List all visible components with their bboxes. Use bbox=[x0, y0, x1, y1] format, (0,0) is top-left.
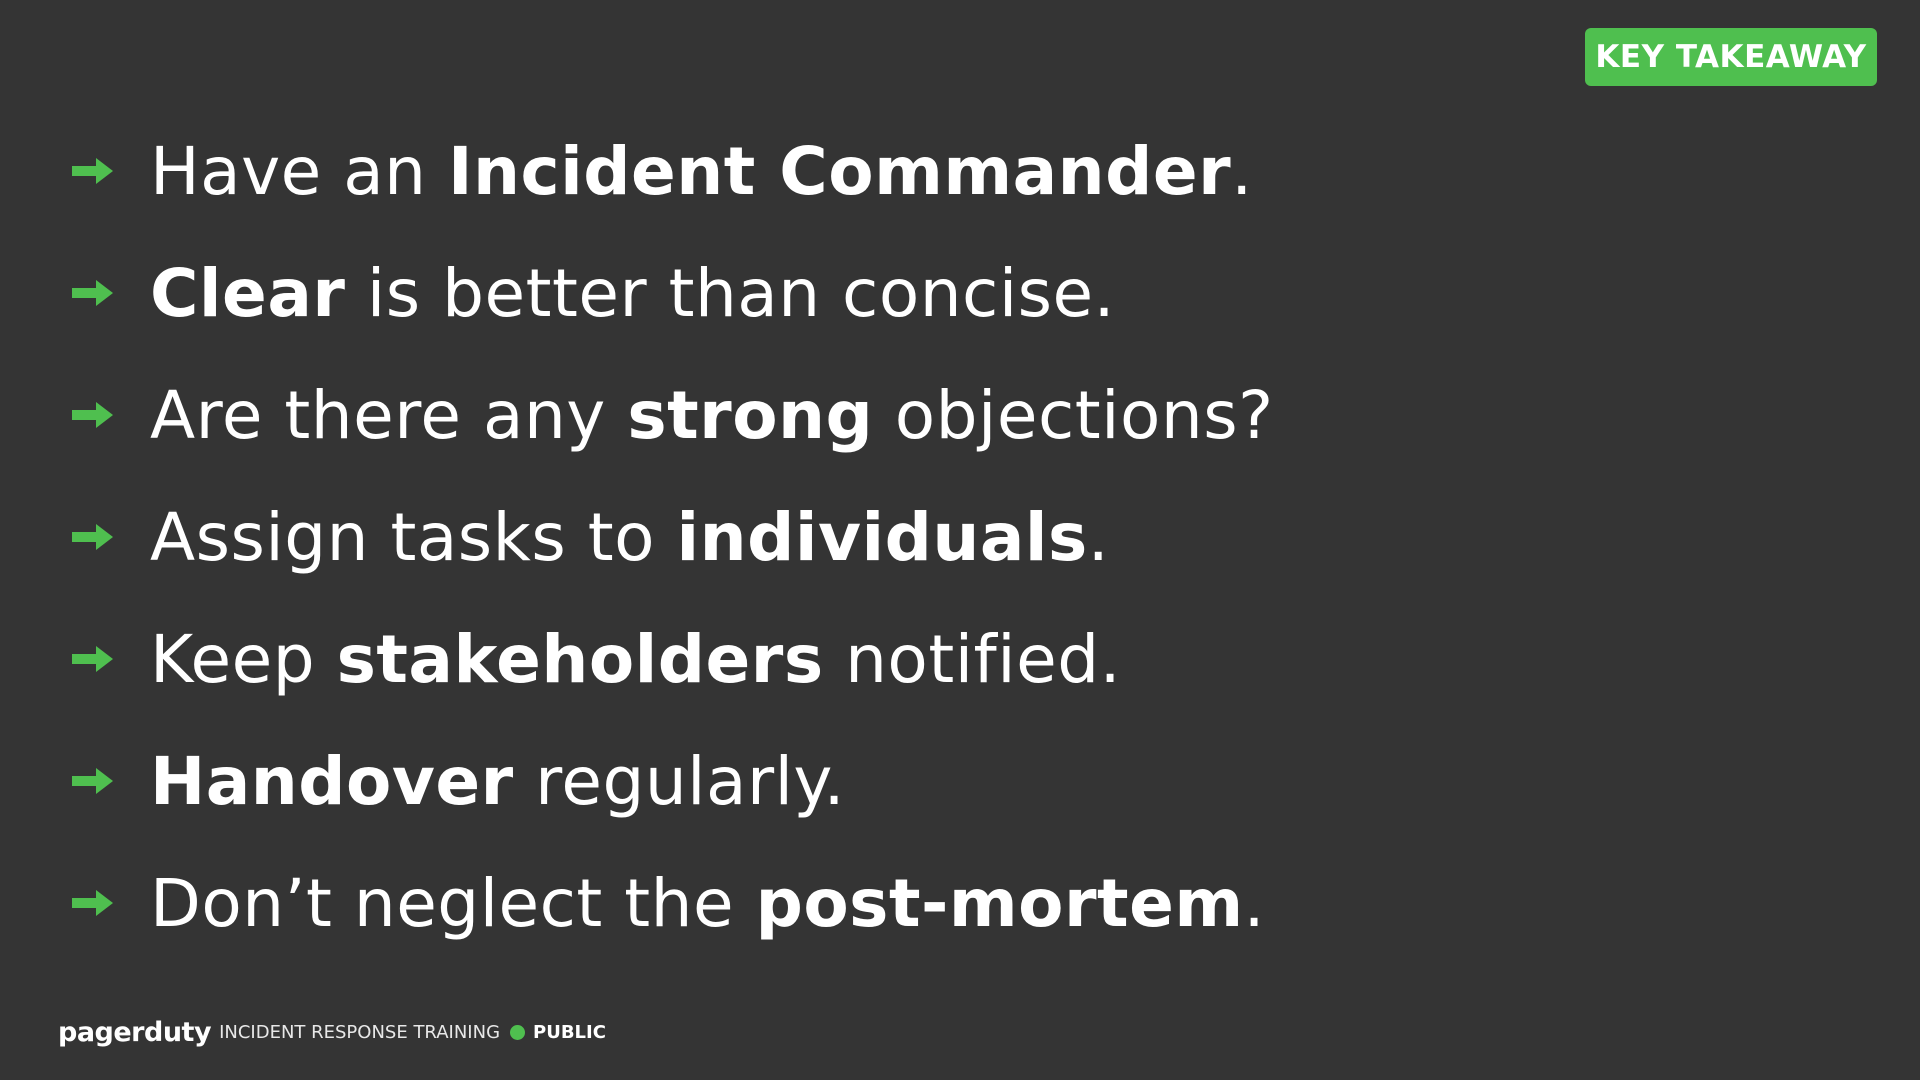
right-arrow-icon bbox=[72, 646, 113, 672]
bullet-emphasis: stakeholders bbox=[336, 620, 824, 698]
footer: pagerduty INCIDENT RESPONSE TRAINING PUB… bbox=[58, 1014, 606, 1050]
footer-title: INCIDENT RESPONSE TRAINING bbox=[219, 1021, 501, 1043]
bullet-text: Don’t neglect the post-mortem. bbox=[150, 864, 1266, 942]
bullet-emphasis: post-mortem bbox=[755, 864, 1244, 942]
bullet-text: Keep stakeholders notified. bbox=[150, 620, 1122, 698]
bullet-emphasis: Incident Commander bbox=[447, 132, 1232, 210]
bullet-text: Clear is better than concise. bbox=[150, 254, 1116, 332]
right-arrow-icon bbox=[72, 768, 113, 794]
right-arrow-icon bbox=[72, 890, 113, 916]
right-arrow-icon bbox=[72, 158, 113, 184]
bullet-emphasis: strong bbox=[627, 376, 874, 454]
right-arrow-icon bbox=[72, 402, 113, 428]
bullet-text: Have an Incident Commander. bbox=[150, 132, 1253, 210]
right-arrow-icon bbox=[72, 280, 113, 306]
bullet-text: Are there any strong objections? bbox=[150, 376, 1274, 454]
bullet-text: Handover regularly. bbox=[150, 742, 846, 820]
key-takeaway-badge: KEY TAKEAWAY bbox=[1585, 28, 1877, 86]
bullet-emphasis: individuals bbox=[676, 498, 1088, 576]
bullet-text: Assign tasks to individuals. bbox=[150, 498, 1110, 576]
status-dot-icon bbox=[510, 1024, 526, 1040]
bullet-emphasis: Handover bbox=[150, 742, 514, 820]
right-arrow-icon bbox=[72, 524, 113, 550]
pagerduty-logo: pagerduty bbox=[58, 1016, 212, 1048]
bullet-emphasis: Clear bbox=[150, 254, 346, 332]
classification-label: PUBLIC bbox=[533, 1021, 606, 1043]
